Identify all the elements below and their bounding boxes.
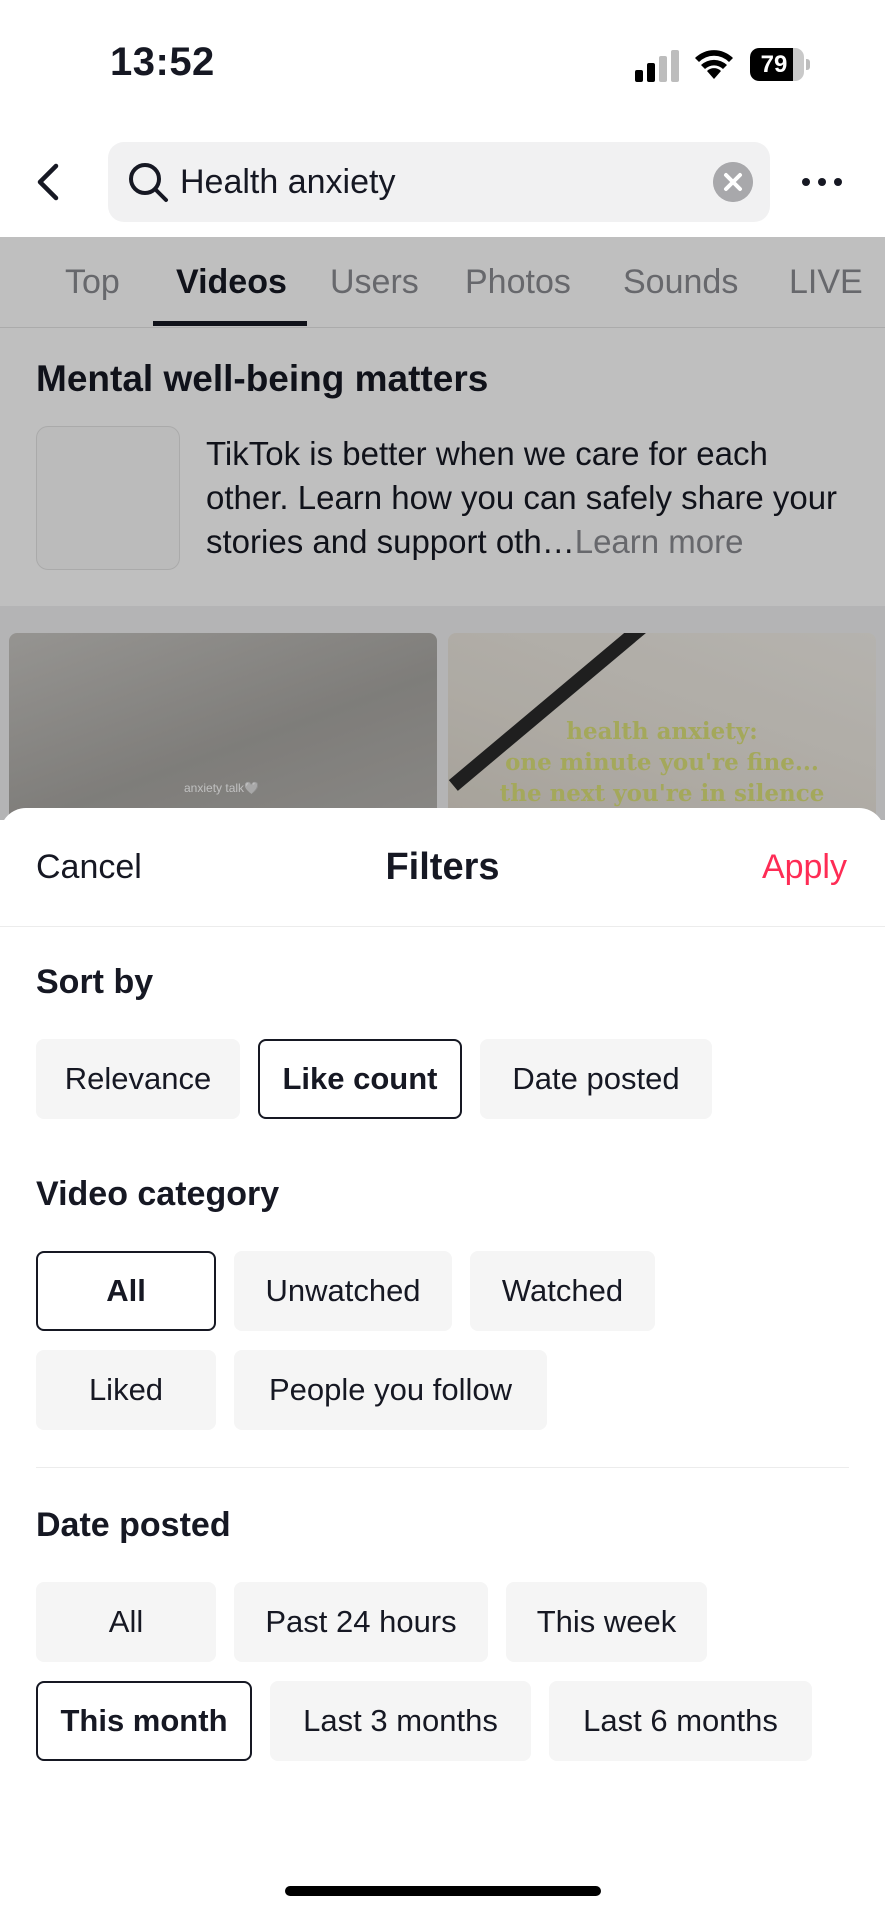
- cellular-signal-icon: [635, 50, 679, 82]
- search-query: Health anxiety: [180, 163, 396, 201]
- search-header: Health anxiety: [0, 130, 885, 237]
- cancel-button[interactable]: Cancel: [36, 808, 142, 926]
- category-watched-chip[interactable]: Watched: [470, 1251, 655, 1331]
- video-category-title: Video category: [36, 1175, 280, 1213]
- category-all-chip[interactable]: All: [36, 1251, 216, 1331]
- category-unwatched-chip[interactable]: Unwatched: [234, 1251, 452, 1331]
- category-liked-chip[interactable]: Liked: [36, 1350, 216, 1430]
- sort-like-count-chip[interactable]: Like count: [258, 1039, 462, 1119]
- status-time: 13:52: [110, 40, 215, 84]
- search-icon: [129, 163, 168, 202]
- date-last-3-months-chip[interactable]: Last 3 months: [270, 1681, 531, 1761]
- date-this-month-chip[interactable]: This month: [36, 1681, 252, 1761]
- battery-percent: 79: [760, 51, 788, 78]
- wifi-icon: [695, 50, 733, 79]
- search-input[interactable]: Health anxiety: [108, 142, 770, 222]
- date-posted-title: Date posted: [36, 1506, 231, 1544]
- sort-relevance-chip[interactable]: Relevance: [36, 1039, 240, 1119]
- apply-button[interactable]: Apply: [762, 808, 847, 926]
- filters-sheet: Filters Cancel Apply Sort by Relevance L…: [0, 808, 885, 1920]
- date-all-chip[interactable]: All: [36, 1582, 216, 1662]
- home-indicator: [285, 1886, 601, 1896]
- clear-search-icon[interactable]: [713, 162, 753, 202]
- status-bar: 13:52 79: [0, 0, 885, 130]
- category-people-you-follow-chip[interactable]: People you follow: [234, 1350, 547, 1430]
- sort-date-posted-chip[interactable]: Date posted: [480, 1039, 712, 1119]
- modal-overlay[interactable]: [0, 237, 885, 820]
- more-options-icon[interactable]: [800, 172, 844, 192]
- sort-by-title: Sort by: [36, 963, 154, 1001]
- date-this-week-chip[interactable]: This week: [506, 1582, 707, 1662]
- filters-header: Filters Cancel Apply: [0, 808, 885, 927]
- date-past-24-hours-chip[interactable]: Past 24 hours: [234, 1582, 488, 1662]
- battery-icon: 79: [750, 48, 810, 81]
- back-arrow-icon[interactable]: [28, 160, 72, 204]
- section-divider: [36, 1467, 849, 1468]
- date-last-6-months-chip[interactable]: Last 6 months: [549, 1681, 812, 1761]
